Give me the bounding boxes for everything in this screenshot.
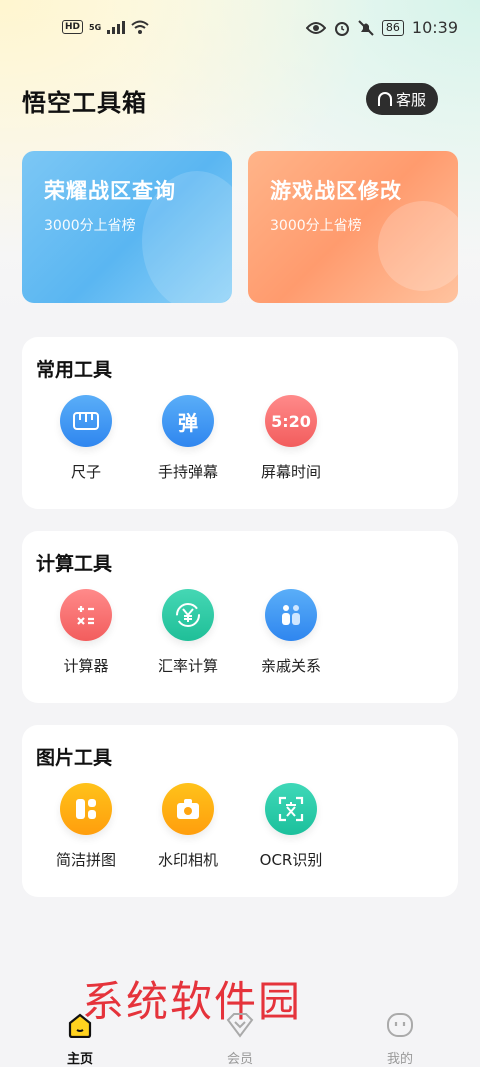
home-icon [68, 1013, 92, 1039]
eye-icon [305, 21, 326, 34]
mute-icon [358, 19, 374, 36]
tab-label: 主页 [66, 1052, 93, 1067]
section-calc-tools: 计算工具 计算器 汇率计算 亲戚关系 [22, 531, 458, 703]
tool-label: 亲戚关系 [260, 657, 321, 675]
section-image-tools: 图片工具 简洁拼图 水印相机 OCR识别 [22, 725, 458, 897]
banner-title: 游戏战区修改 [270, 179, 402, 203]
vip-icon [226, 1013, 254, 1038]
tool-label: 屏幕时间 [260, 463, 321, 481]
tool-label: 尺子 [70, 463, 101, 481]
tool-screen-time[interactable]: 5:20 屏幕时间 [240, 395, 342, 482]
banner-honor-zone-query[interactable]: 荣耀战区查询 3000分上省榜 [22, 151, 232, 303]
app-title: 悟空工具箱 [22, 89, 147, 117]
customer-service-label: 客服 [395, 90, 426, 109]
signal-icon [107, 21, 126, 34]
headset-icon [377, 92, 392, 106]
clock: 10:39 [411, 18, 458, 37]
tab-home[interactable]: 主页 [40, 1012, 120, 1067]
tab-vip[interactable]: 会员 [200, 1012, 280, 1067]
tab-mine[interactable]: 我的 [360, 1012, 440, 1067]
relatives-icon [265, 589, 317, 641]
hd-badge: HD [62, 20, 84, 34]
tool-label: OCR识别 [259, 851, 323, 869]
network-label: 5G [89, 22, 102, 32]
tool-label: 手持弹幕 [157, 463, 218, 481]
exchange-rate-icon [162, 589, 214, 641]
tool-label: 计算器 [63, 657, 109, 675]
tool-label: 简洁拼图 [55, 851, 116, 869]
section-title: 计算工具 [36, 553, 113, 575]
ocr-icon [265, 783, 317, 835]
battery-indicator: 86 [381, 19, 404, 36]
tool-ruler[interactable]: 尺子 [35, 395, 137, 482]
tool-label: 水印相机 [157, 851, 218, 869]
wifi-icon [131, 20, 149, 34]
section-title: 常用工具 [36, 359, 113, 381]
tool-watermark-camera[interactable]: 水印相机 [137, 783, 239, 870]
tool-calculator[interactable]: 计算器 [35, 589, 137, 676]
banner-subtitle: 3000分上省榜 [270, 218, 362, 234]
screen-time-icon: 5:20 [265, 395, 317, 447]
section-common-tools: 常用工具 尺子 弹 手持弹幕 5:20 屏幕时间 [22, 337, 458, 509]
tab-label: 我的 [386, 1052, 413, 1067]
tab-label: 会员 [226, 1052, 253, 1067]
profile-icon [387, 1013, 413, 1037]
danmu-icon: 弹 [162, 395, 214, 447]
tool-collage[interactable]: 简洁拼图 [35, 783, 137, 870]
collage-icon [60, 783, 112, 835]
tool-handheld-danmu[interactable]: 弹 手持弹幕 [137, 395, 239, 482]
watermark-camera-icon [162, 783, 214, 835]
customer-service-button[interactable]: 客服 [366, 83, 438, 115]
tool-label: 汇率计算 [157, 657, 218, 675]
tool-relatives[interactable]: 亲戚关系 [240, 589, 342, 676]
tool-ocr[interactable]: OCR识别 [240, 783, 342, 870]
bottom-tab-bar: 主页 会员 我的 [0, 1000, 480, 1067]
banner-subtitle: 3000分上省榜 [44, 218, 136, 234]
status-bar: HD 5G 86 10:39 [0, 0, 480, 60]
calculator-icon [60, 589, 112, 641]
section-title: 图片工具 [36, 747, 113, 769]
tool-exchange-rate[interactable]: 汇率计算 [137, 589, 239, 676]
ruler-icon [60, 395, 112, 447]
alarm-icon [334, 21, 349, 36]
banner-game-zone-modify[interactable]: 游戏战区修改 3000分上省榜 [248, 151, 458, 303]
